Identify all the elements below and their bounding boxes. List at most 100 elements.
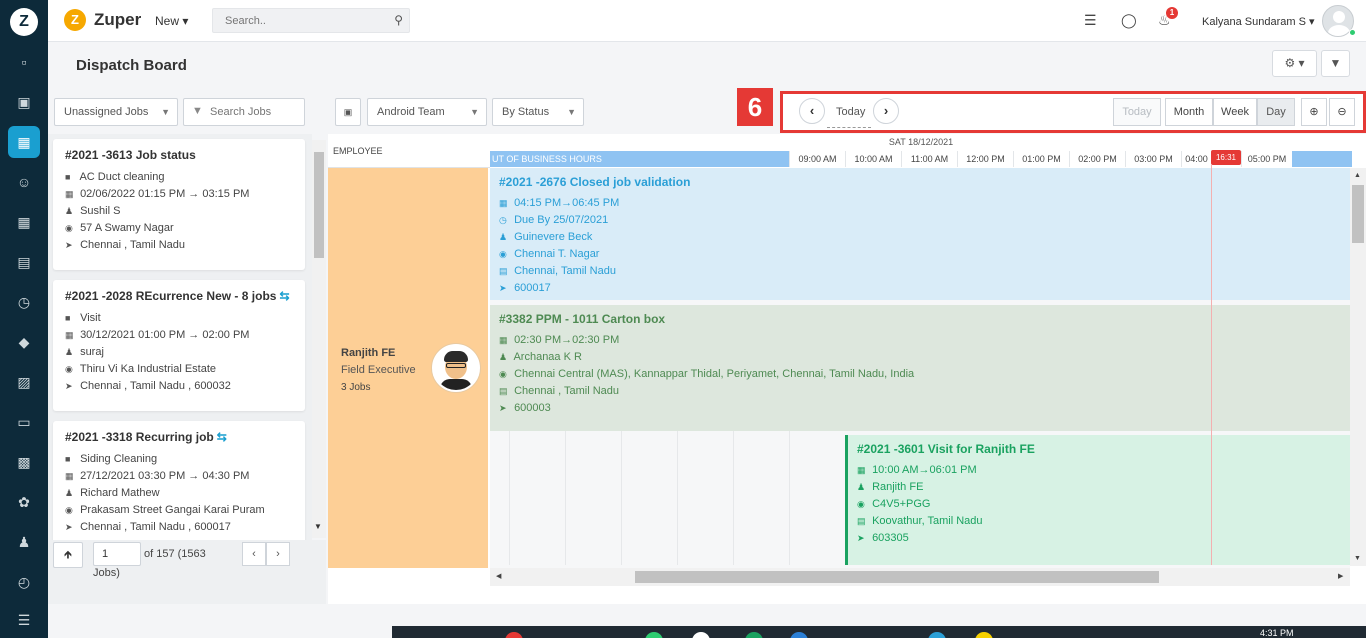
scheduled-job-address: C4V5+PGG — [872, 498, 931, 510]
chevron-left-icon: ‹ — [809, 103, 815, 118]
job-card-title[interactable]: #2021 -3613 Job status — [65, 148, 293, 162]
employee-column-header: EMPLOYEE — [328, 134, 490, 168]
map-icon: ▤ — [499, 266, 508, 276]
navigate-icon: ➤ — [65, 381, 73, 391]
scroll-left-arrow-icon[interactable]: ◀ — [496, 572, 501, 580]
scheduled-job[interactable]: #2021 -2676 Closed job validation ▦ 04:1… — [490, 168, 1350, 300]
job-card-title[interactable]: #2021 -3318 Recurring job ⇆ — [65, 430, 293, 444]
employee-name[interactable]: Ranjith FE — [341, 347, 395, 359]
search-icon[interactable]: ⚲ — [394, 13, 403, 27]
prev-page-button[interactable]: ‹ — [242, 542, 266, 566]
prev-day-button[interactable]: ‹ — [799, 98, 825, 124]
view-week-button[interactable]: Week — [1213, 98, 1257, 126]
grid-line — [621, 430, 622, 565]
calendar-icon: ▦ — [499, 198, 508, 208]
job-card-title[interactable]: #2021 -2028 REcurrence New - 8 jobs ⇆ — [65, 289, 293, 303]
map-icon[interactable]: ▤ — [12, 250, 36, 274]
navigate-icon: ➤ — [65, 522, 73, 532]
scheduled-job-location: Chennai , Tamil Nadu — [514, 385, 620, 397]
chevron-right-icon: › — [276, 548, 280, 560]
grid-line — [789, 430, 790, 565]
building-icon[interactable]: ▦ — [12, 210, 36, 234]
brand-logo-icon[interactable]: Z — [64, 9, 86, 31]
current-date-label[interactable]: Today — [836, 106, 865, 118]
team-select[interactable]: Android Team ▼ — [367, 98, 487, 126]
timeline-vertical-scroll-thumb[interactable] — [1352, 185, 1364, 243]
employee-job-count: 3 Jobs — [341, 382, 371, 393]
list-icon[interactable]: ☰ — [1084, 12, 1097, 29]
layers-icon[interactable]: ☰ — [12, 608, 36, 632]
zoom-in-button[interactable]: ⊕ — [1301, 98, 1327, 126]
briefcase-icon[interactable]: ▣ — [12, 90, 36, 114]
scheduled-job-due: Due By 25/07/2021 — [514, 214, 609, 226]
zoom-out-button[interactable]: ⊖ — [1329, 98, 1355, 126]
page-title: Dispatch Board — [76, 57, 187, 74]
job-card-assignee: suraj — [80, 346, 104, 358]
scheduled-job-title[interactable]: #2021 -2676 Closed job validation — [499, 175, 1341, 189]
assets-icon[interactable]: ✿ — [12, 490, 36, 514]
search-jobs-field[interactable]: ▼ — [183, 98, 305, 126]
date-underline — [827, 127, 871, 128]
user-icon[interactable]: ♟ — [12, 530, 36, 554]
settings-button[interactable]: ⚙ ▾ — [1272, 50, 1317, 77]
job-list-scroll-thumb[interactable] — [314, 152, 324, 258]
today-button[interactable]: Today — [1113, 98, 1161, 126]
zoom-out-icon: ⊖ — [1337, 106, 1347, 118]
scheduled-job-zip: 600017 — [514, 282, 551, 294]
job-filter-select[interactable]: Unassigned Jobs ▼ — [54, 98, 178, 126]
hour-label: 01:00 PM — [1013, 151, 1069, 167]
clock-icon: ◷ — [499, 215, 507, 225]
documents-icon[interactable]: ▩ — [12, 450, 36, 474]
pin-icon: ◉ — [65, 364, 73, 374]
job-card[interactable]: #2021 -2028 REcurrence New - 8 jobs ⇆ ■ V… — [53, 280, 305, 411]
collapse-panel-button[interactable]: ▣ — [335, 98, 361, 126]
clock-icon[interactable]: ◷ — [12, 290, 36, 314]
chat-icon[interactable]: ◯ — [1121, 12, 1137, 29]
zoom-in-icon: ⊕ — [1309, 106, 1319, 118]
scroll-down-arrow-icon[interactable]: ▼ — [1354, 555, 1361, 562]
global-search[interactable]: ⚲ — [212, 8, 410, 33]
folder-icon[interactable]: ▭ — [12, 410, 36, 434]
view-day-button[interactable]: Day — [1257, 98, 1295, 126]
group-by-select[interactable]: By Status ▼ — [492, 98, 584, 126]
briefcase-icon: ■ — [65, 172, 71, 182]
scheduled-job-title[interactable]: #2021 -3601 Visit for Ranjith FE — [857, 442, 1341, 456]
next-day-button[interactable]: › — [873, 98, 899, 124]
invoice-icon[interactable]: ▨ — [12, 370, 36, 394]
job-card[interactable]: #2021 -3613 Job status ■ AC Duct cleanin… — [53, 139, 305, 270]
scheduled-job-address: Chennai Central (MAS), Kannappar Thidal,… — [514, 368, 915, 380]
scroll-top-button[interactable]: 🡹 — [53, 542, 83, 568]
analytics-icon[interactable]: ▫ — [12, 50, 36, 74]
timesheet-icon[interactable]: ◴ — [12, 570, 36, 594]
next-page-button[interactable]: › — [266, 542, 290, 566]
scroll-right-arrow-icon[interactable]: ▶ — [1338, 572, 1343, 580]
customers-icon[interactable]: ☺ — [12, 170, 36, 194]
employee-role: Field Executive — [341, 364, 416, 376]
calendar-icon: ▦ — [65, 330, 74, 340]
scroll-down-arrow-icon[interactable]: ▼ — [314, 522, 322, 531]
page-number-input[interactable] — [93, 542, 141, 566]
global-search-input[interactable] — [213, 9, 373, 32]
timeline-horizontal-scroll-thumb[interactable] — [635, 571, 1159, 583]
pin-icon: ◉ — [65, 505, 73, 515]
view-month-button[interactable]: Month — [1165, 98, 1213, 126]
tag-icon[interactable]: ◆ — [12, 330, 36, 354]
scheduled-job[interactable]: #3382 PPM - 1011 Carton box ▦ 02:30 PM→0… — [490, 305, 1350, 431]
job-card-location: Chennai , Tamil Nadu , 600032 — [80, 380, 231, 392]
zuper-logo[interactable]: Z — [10, 8, 38, 36]
hour-label: 04:00 — [1181, 151, 1211, 167]
search-jobs-input[interactable] — [210, 103, 300, 121]
scroll-up-arrow-icon[interactable]: ▲ — [1354, 172, 1361, 179]
calendar-icon[interactable]: ▦ — [8, 126, 40, 158]
employee-avatar[interactable] — [432, 344, 480, 392]
top-bar: Z Zuper New ▾ ⚲ ☰ ◯ ♨ 1 Kalyana Sundaram… — [48, 0, 1366, 42]
scheduled-job[interactable]: #2021 -3601 Visit for Ranjith FE ▦ 10:00… — [845, 435, 1350, 565]
new-menu[interactable]: New ▾ — [155, 14, 188, 28]
brand-name[interactable]: Zuper — [94, 10, 141, 30]
job-card[interactable]: #2021 -3318 Recurring job ⇆ ■ Siding Clea… — [53, 421, 305, 544]
scheduled-job-title[interactable]: #3382 PPM - 1011 Carton box — [499, 312, 1341, 326]
job-card-address: 57 A Swamy Nagar — [80, 222, 174, 234]
filter-button[interactable]: ▼ — [1321, 50, 1350, 77]
job-card-assignee: Richard Mathew — [80, 487, 160, 499]
user-menu[interactable]: Kalyana Sundaram S ▾ — [1202, 15, 1315, 28]
